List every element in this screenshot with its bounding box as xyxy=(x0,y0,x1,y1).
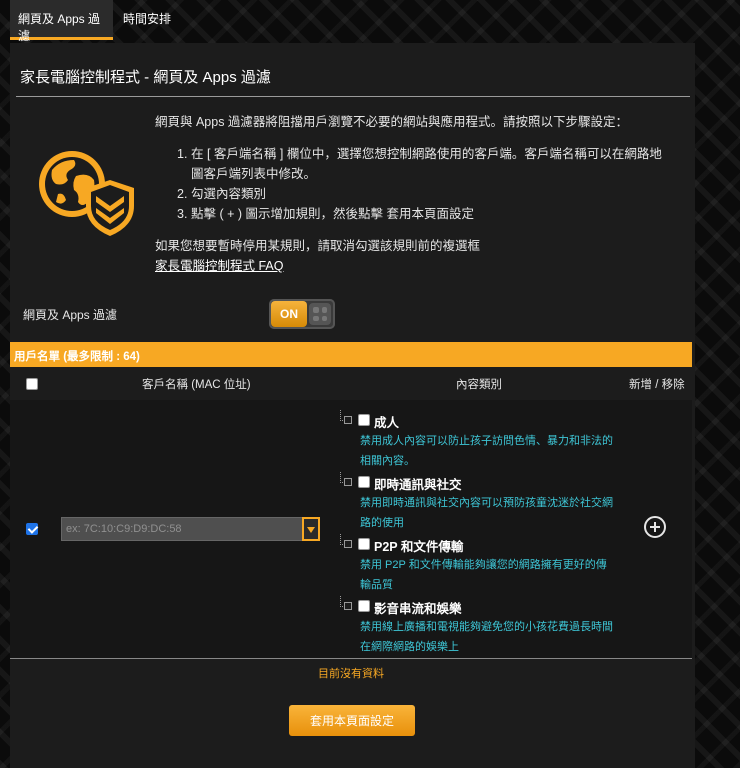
filter-toggle[interactable]: ON xyxy=(269,299,335,329)
disable-note: 如果您想要暫時停用某規則，請取消勾選該規則前的複選框 xyxy=(155,239,481,253)
step-text: 在 [ 客戶端名稱 ] 欄位中，選擇您想控制網路使用的客戶端。客戶端名稱可以在網… xyxy=(191,147,662,181)
main-panel: 家長電腦控制程式 - 網頁及 Apps 過濾 網頁與 Apps 過濾器將阻擋用戶… xyxy=(10,43,695,768)
client-list-header: 用戶名單 (最多限制 : 64) xyxy=(10,342,692,367)
step-item: 3. 點擊 ( + ) 圖示增加規則，然後點擊 套用本頁面設定 xyxy=(177,204,667,224)
tree-node xyxy=(344,602,352,610)
apply-button[interactable]: 套用本頁面設定 xyxy=(289,705,415,736)
add-circle-icon[interactable] xyxy=(644,516,666,538)
col-client-name: 客戶名稱 (MAC 位址) xyxy=(142,379,251,391)
step-number: 2. xyxy=(177,187,188,201)
faq-link[interactable]: 家長電腦控制程式 FAQ xyxy=(155,255,283,274)
category-checkbox[interactable] xyxy=(358,538,370,550)
filter-toggle-label: 網頁及 Apps 過濾 xyxy=(23,308,118,322)
web-filter-illustration xyxy=(39,151,134,236)
mac-address-input[interactable]: ex: 7C:10:C9:D9:DC:58 xyxy=(61,517,303,541)
tab-time-scheduling[interactable]: 時間安排 xyxy=(113,0,181,40)
client-list-title: 用戶名單 (最多限制 : 64) xyxy=(14,351,140,363)
step-item: 2. 勾選內容類別 xyxy=(177,184,667,204)
row-divider xyxy=(10,658,692,659)
tree-node xyxy=(344,478,352,486)
intro-text: 網頁與 Apps 過濾器將阻擋用戶瀏覽不必要的網站與應用程式。請按照以下步驟設定… xyxy=(155,115,628,129)
step-text: 勾選內容類別 xyxy=(191,187,267,201)
category-description: 禁用即時通訊與社交內容可以預防孩童沈迷於社交網路的使用 xyxy=(360,497,613,529)
new-rule-row: ex: 7C:10:C9:D9:DC:58 成人 禁用成人內容可以防止孩子訪問色… xyxy=(10,400,692,658)
category-name: 即時通訊與社交 xyxy=(374,478,462,492)
col-content-category: 內容類別 xyxy=(456,379,502,391)
step-item: 1. 在 [ 客戶端名稱 ] 欄位中，選擇您想控制網路使用的客戶端。客戶端名稱可… xyxy=(177,144,667,184)
toggle-knob xyxy=(309,303,331,325)
title-divider xyxy=(16,96,690,97)
category-description: 禁用 P2P 和文件傳輸能夠讓您的網路擁有更好的傳輸品質 xyxy=(360,559,607,591)
category-name: P2P 和文件傳輸 xyxy=(374,540,464,554)
shield-icon xyxy=(86,180,134,236)
page-title: 家長電腦控制程式 - 網頁及 Apps 過濾 xyxy=(20,69,271,86)
client-dropdown-button[interactable] xyxy=(302,517,320,541)
category-checkbox[interactable] xyxy=(358,600,370,612)
tab-bar: 網頁及 Apps 過濾 時間安排 xyxy=(10,0,181,43)
tree-node xyxy=(344,416,352,424)
tab-web-apps-filter[interactable]: 網頁及 Apps 過濾 xyxy=(10,0,113,43)
column-headers: 客戶名稱 (MAC 位址) 內容類別 新增 / 移除 xyxy=(10,369,692,397)
category-description: 禁用線上廣播和電視能夠避免您的小孩花費過長時間在網際網路的娛樂上 xyxy=(360,621,613,653)
step-number: 1. xyxy=(177,147,188,161)
step-number: 3. xyxy=(177,207,188,221)
category-name: 影音串流和娛樂 xyxy=(374,602,462,616)
steps-list: 1. 在 [ 客戶端名稱 ] 欄位中，選擇您想控制網路使用的客戶端。客戶端名稱可… xyxy=(177,144,667,224)
row-enable-checkbox[interactable] xyxy=(26,523,38,535)
tree-node xyxy=(344,540,352,548)
no-data-message: 目前沒有資料 xyxy=(318,668,384,680)
category-checkbox[interactable] xyxy=(358,414,370,426)
toggle-on-state: ON xyxy=(271,301,307,327)
category-description: 禁用成人內容可以防止孩子訪問色情、暴力和非法的相關內容。 xyxy=(360,435,613,467)
select-all-checkbox[interactable] xyxy=(26,378,38,390)
category-name: 成人 xyxy=(374,416,400,430)
col-add-remove: 新增 / 移除 xyxy=(629,379,685,391)
category-checkbox[interactable] xyxy=(358,476,370,488)
step-text: 點擊 ( + ) 圖示增加規則，然後點擊 套用本頁面設定 xyxy=(191,207,474,221)
